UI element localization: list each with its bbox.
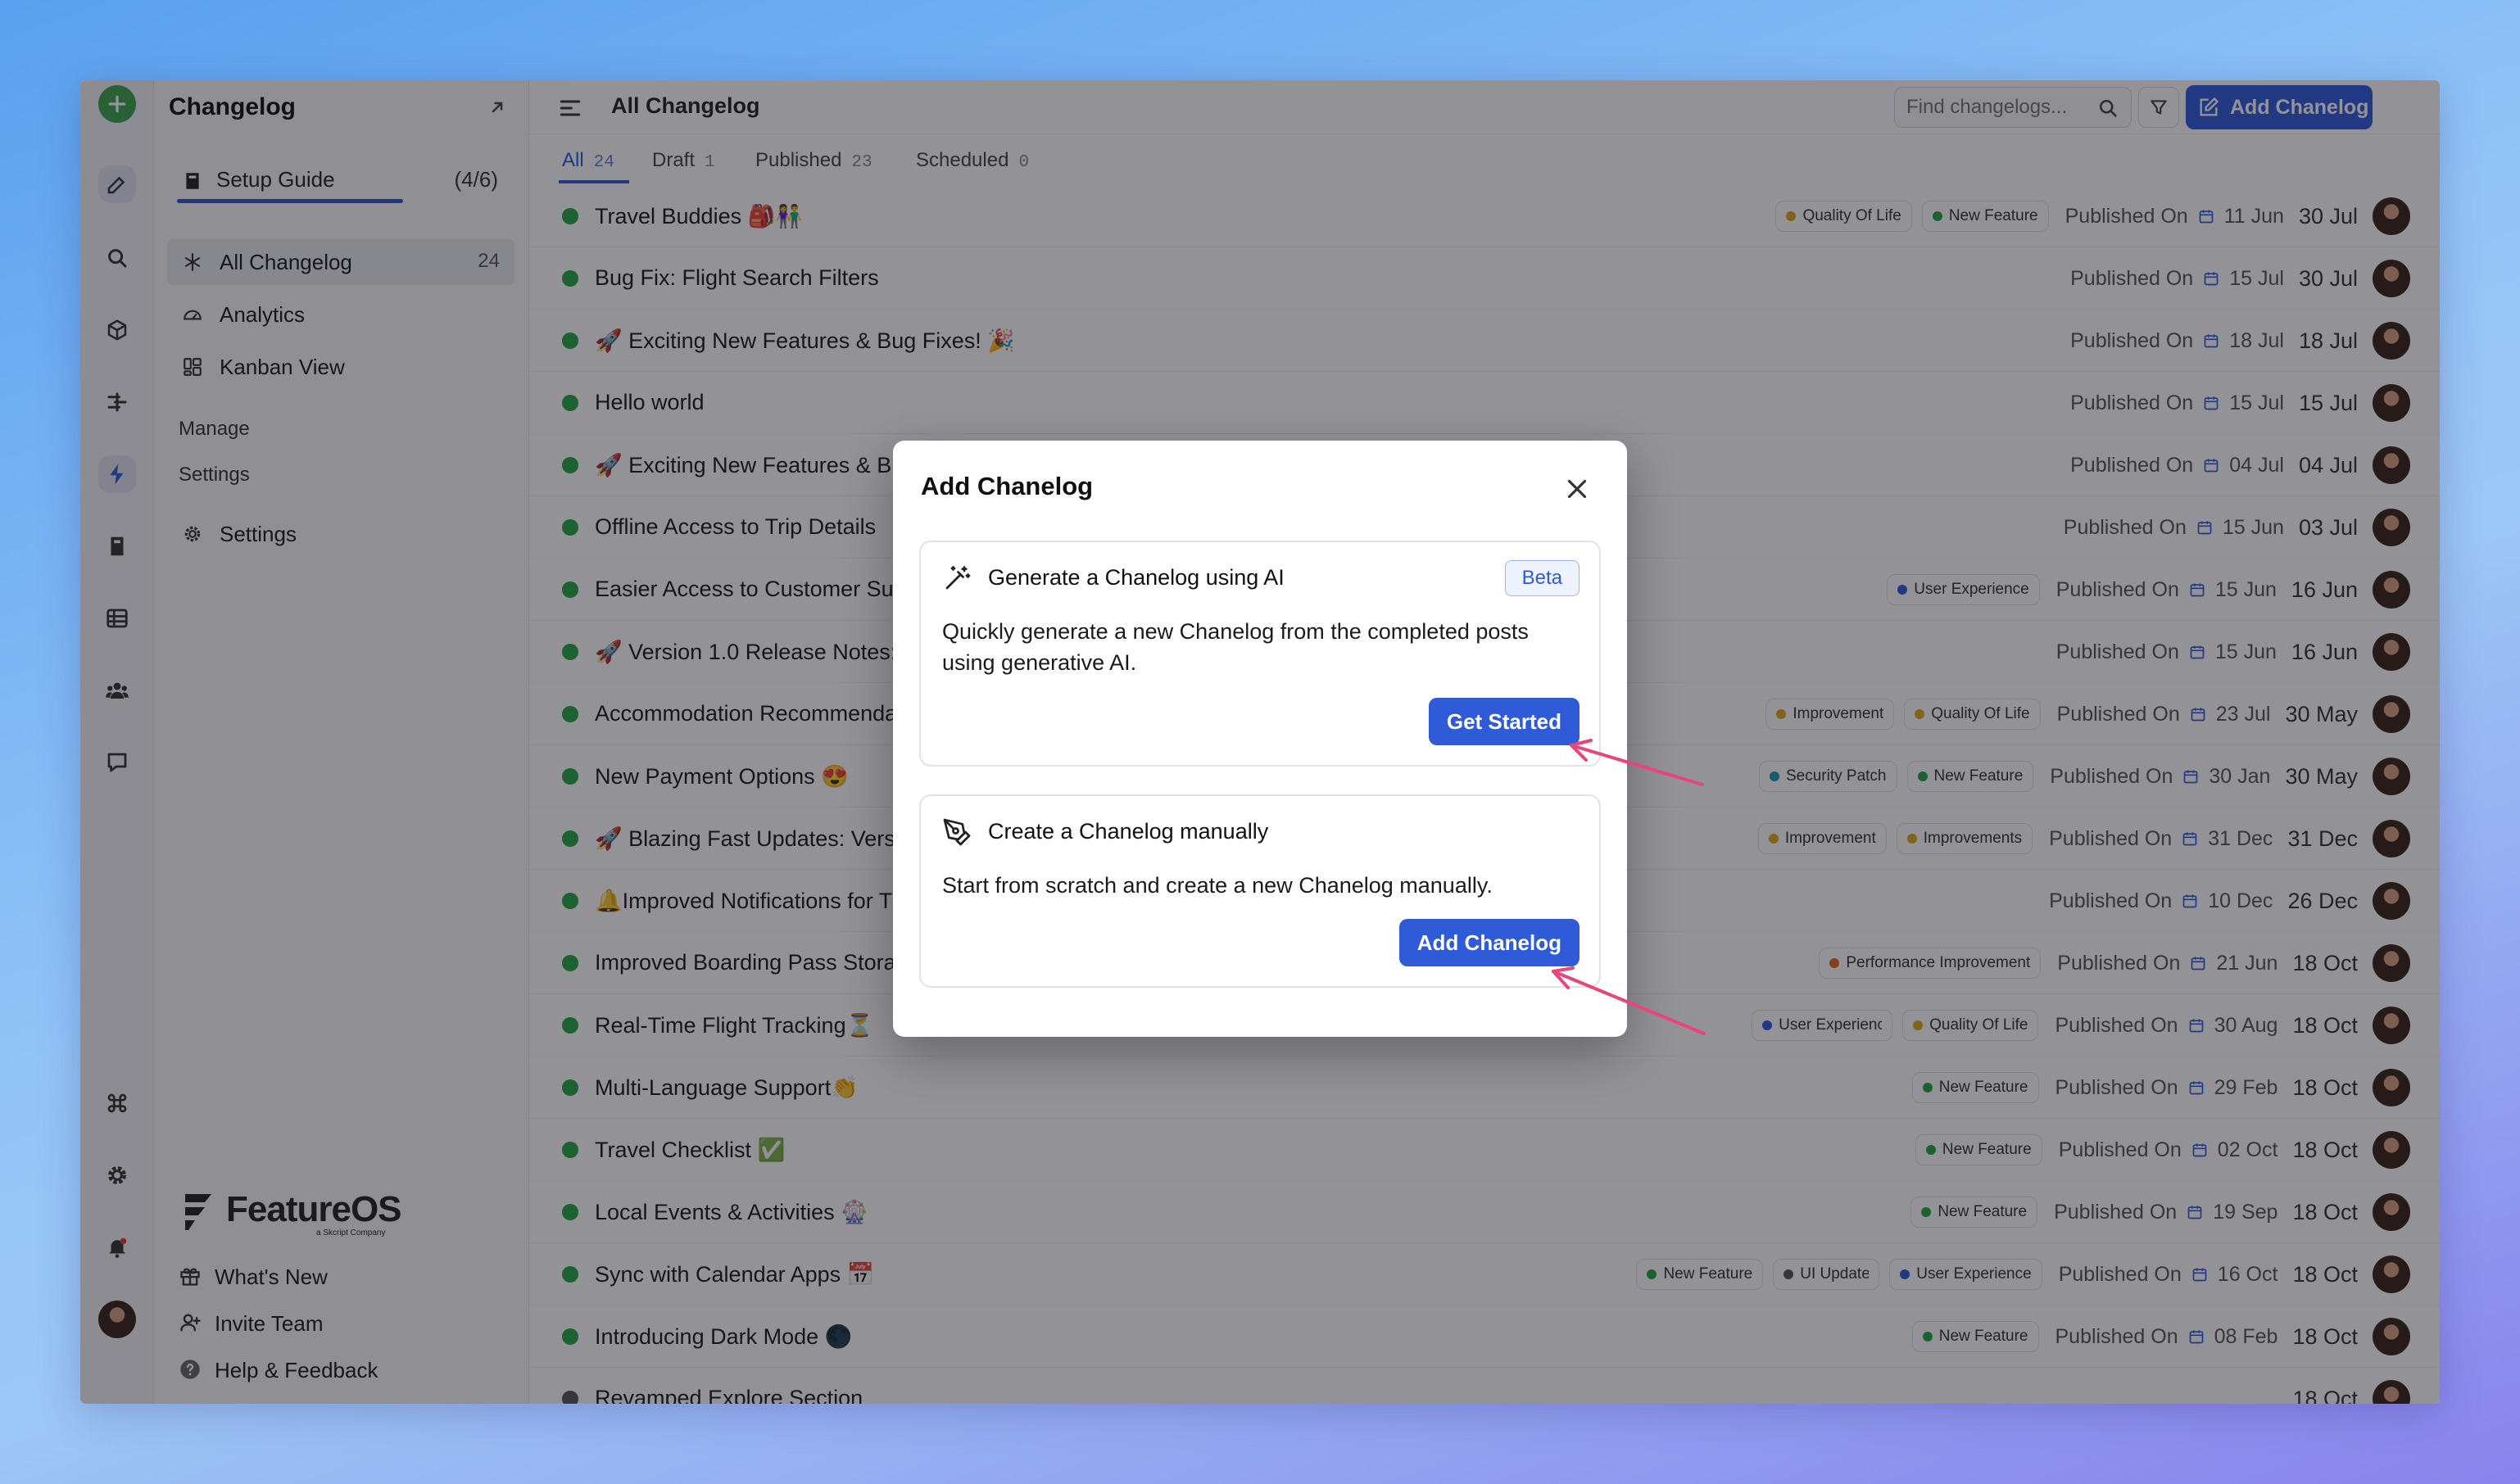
add-changelog-modal: Add Chanelog Generate a Chanelog using A… (893, 441, 1627, 1037)
beta-badge: Beta (1504, 560, 1580, 596)
manual-card-description: Start from scratch and create a new Chan… (942, 873, 1493, 898)
get-started-button[interactable]: Get Started (1428, 698, 1580, 745)
add-chanelog-button[interactable]: Add Chanelog (1398, 919, 1580, 966)
manual-card-title: Create a Chanelog manually (988, 819, 1269, 844)
magic-wand-icon (945, 566, 971, 590)
manual-create-card: Create a Chanelog manually Start from sc… (919, 794, 1601, 988)
ai-card-title: Generate a Chanelog using AI (988, 565, 1285, 590)
ai-generate-card: Generate a Chanelog using AI Beta Quickl… (919, 541, 1601, 767)
ai-card-description: Quickly generate a new Chanelog from the… (942, 619, 1529, 675)
modal-title: Add Chanelog (921, 472, 1094, 500)
pen-tool-icon (943, 818, 971, 846)
close-icon[interactable] (1561, 473, 1593, 504)
